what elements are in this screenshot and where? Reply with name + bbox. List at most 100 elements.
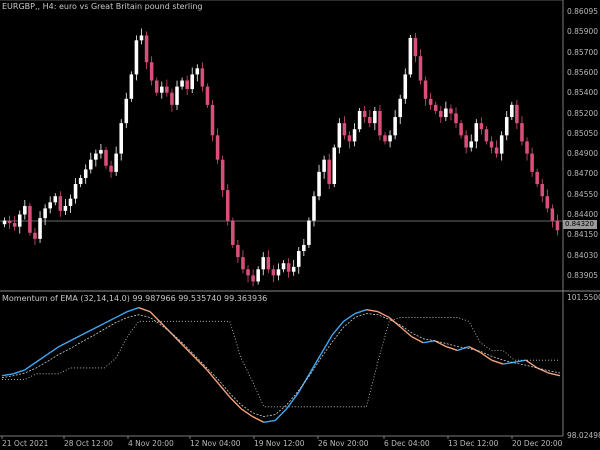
momentum-line-segment: [400, 326, 413, 338]
time-tick-label: 12 Nov 04:00: [190, 439, 241, 448]
candle-up: [43, 208, 47, 219]
candle-down: [104, 149, 108, 166]
momentum-line-segment: [366, 308, 378, 313]
candle-down: [494, 147, 499, 154]
candle-up: [388, 135, 392, 142]
candle-down: [545, 196, 550, 209]
candle-up: [88, 159, 93, 170]
momentum-line-segment: [115, 310, 128, 319]
candle-down: [347, 135, 352, 142]
indicator-max-label: 101.550099: [567, 293, 600, 302]
candle-up: [119, 123, 123, 154]
indicator-min-label: 98.024981: [567, 431, 600, 440]
candle-down: [383, 135, 387, 142]
momentum-line-segment: [47, 346, 60, 355]
time-tick-label: 4 Nov 20:00: [128, 439, 174, 448]
time-tick-label: 21 Oct 2021: [2, 439, 49, 448]
candle-down: [33, 232, 37, 239]
candle-down: [459, 123, 463, 136]
candle-up: [256, 269, 260, 282]
momentum-line-segment: [81, 328, 94, 336]
momentum-line-segment: [388, 316, 402, 328]
candle-down: [327, 159, 331, 185]
candle-down: [479, 123, 484, 130]
candle-up: [403, 74, 408, 99]
candle-up: [78, 177, 83, 185]
candle-up: [281, 263, 286, 270]
momentum-line-segment: [35, 353, 48, 363]
price-tick-label: 0.85400: [567, 88, 599, 98]
candle-up: [393, 117, 397, 136]
price-tick-label: 0.85700: [567, 47, 599, 57]
time-tick-label: 6 Dec 04:00: [384, 439, 430, 448]
candle-down: [550, 208, 555, 221]
candle-up: [160, 86, 164, 93]
candle-down: [489, 141, 494, 148]
candle-up: [469, 141, 474, 148]
price-tick-label: 0.85050: [567, 128, 599, 138]
candle-down: [555, 220, 560, 231]
candle-down: [154, 80, 159, 93]
candle-down: [540, 184, 545, 197]
momentum-line-segment: [1, 373, 14, 377]
candle-up: [276, 269, 281, 276]
chart-canvas[interactable]: [0, 0, 600, 450]
candle-up: [175, 86, 179, 105]
indicator-title: Momentum of EMA (32,14,14.0) 99.987966 9…: [2, 294, 268, 303]
price-tick-label: 0.84150: [567, 230, 599, 240]
candle-down: [236, 244, 240, 258]
candle-down: [185, 80, 189, 90]
momentum-line-segment: [434, 340, 447, 348]
candle-up: [48, 202, 52, 209]
candle-up: [312, 196, 316, 221]
candle-down: [225, 190, 230, 221]
candle-down: [413, 37, 418, 57]
momentum-line-segment: [252, 415, 265, 423]
price-tick-label: 0.84550: [567, 189, 599, 199]
candle-up: [504, 117, 509, 136]
price-tick-label: 0.86095: [567, 7, 599, 16]
price-tick-label: 0.83905: [567, 271, 599, 280]
candle-up: [94, 153, 98, 160]
momentum-line-segment: [548, 372, 561, 377]
candle-down: [286, 263, 291, 272]
candle-up: [499, 135, 504, 154]
candle-down: [423, 80, 428, 99]
momentum-line-segment: [195, 357, 208, 371]
candle-up: [357, 110, 362, 130]
candle-up: [261, 257, 266, 270]
candle-up: [307, 220, 311, 245]
price-tick-label: 0.84400: [567, 210, 599, 220]
indicator-pane: [1, 307, 561, 424]
candle-up: [510, 104, 514, 118]
candle-down: [246, 269, 250, 276]
candle-up: [398, 98, 402, 118]
candle-up: [190, 74, 195, 90]
candlestick-series: [2, 28, 560, 287]
price-tick-label: 0.85900: [567, 27, 599, 37]
candle-up: [63, 205, 68, 211]
momentum-line-segment: [70, 334, 83, 342]
candle-down: [342, 123, 347, 136]
candle-up: [332, 147, 337, 185]
price-tick-label: 0.85600: [567, 67, 599, 77]
candle-down: [266, 257, 271, 270]
momentum-line-segment: [24, 361, 37, 371]
momentum-line-segment: [240, 408, 253, 418]
momentum-line-segment: [138, 307, 151, 313]
momentum-line-segment: [502, 361, 515, 365]
candle-down: [144, 35, 149, 63]
signal-line: [1, 313, 561, 417]
candle-down: [251, 275, 255, 282]
trading-chart[interactable]: EURGBP,, H4: euro vs Great Britain pound…: [0, 0, 600, 450]
momentum-line-segment: [127, 307, 139, 313]
time-tick-label: 20 Dec 20:00: [512, 439, 563, 448]
candle-down: [12, 223, 17, 227]
candle-up: [83, 169, 88, 178]
candle-up: [38, 218, 42, 239]
candle-down: [231, 220, 235, 245]
candle-up: [23, 205, 27, 215]
momentum-line-segment: [92, 322, 105, 330]
momentum-line-segment: [491, 359, 504, 365]
candle-down: [535, 171, 539, 185]
